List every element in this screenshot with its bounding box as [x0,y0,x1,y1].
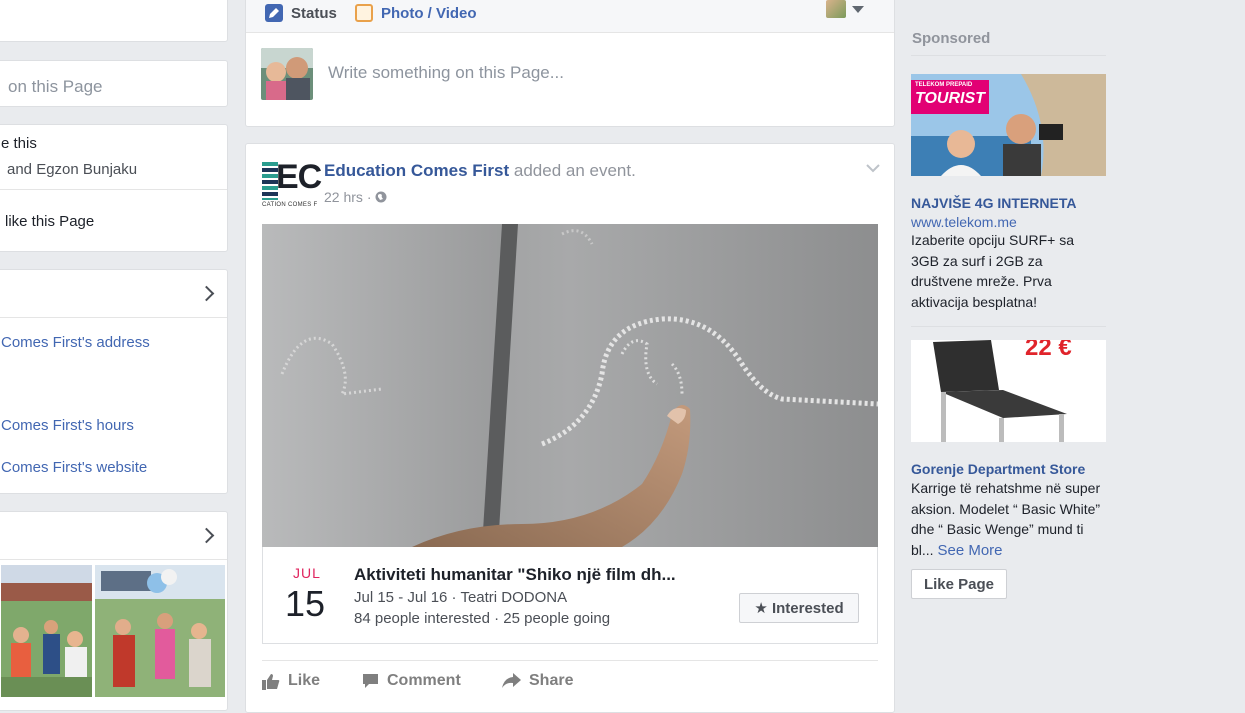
page-search-box[interactable]: on this Page [0,60,228,107]
ad2-price: 22 € [1025,340,1072,361]
logo-caption: CATION COMES F [262,202,318,208]
event-day: 15 [285,583,326,624]
about-address-link[interactable]: Comes First's address [1,334,150,351]
composer: Status Photo / Video Write something on … [245,0,895,127]
likes-line-2[interactable]: and Egzon Bunjaku [7,161,137,178]
photo-thumbnail[interactable] [1,565,92,697]
ad1-banner-line1: TELEKOM PREPAID [915,82,973,88]
photo-video-tab[interactable]: Photo / Video [355,0,477,26]
post-headline: Education Comes First added an event. [324,161,636,181]
likes-card: e this and Egzon Bunjaku like this Page [0,124,228,252]
ad2-chair [911,340,1106,442]
pencil-icon [265,4,283,22]
about-divider [0,317,227,318]
about-hours-link[interactable]: Comes First's hours [1,417,134,434]
event-stats: 84 people interested · 25 people going [354,610,611,627]
post-action-text: added an event. [513,161,636,180]
left-top-card [0,0,228,42]
ad1-body: Izaberite opciju SURF+ sa 3GB za surf i … [911,232,1075,311]
interested-button[interactable]: ★ Interested [739,593,859,623]
likes-line-3: like this Page [5,213,95,230]
about-website-link[interactable]: Comes First's website [1,459,147,476]
comment-icon [363,674,378,688]
user-avatar [261,48,313,100]
status-tab[interactable]: Status [265,0,337,26]
interested-button-label: ★ Interested [754,600,844,617]
share-icon [502,673,521,688]
photos-card [0,511,228,711]
share-action[interactable]: Share [502,672,573,690]
likes-divider [0,189,227,190]
ad-divider [911,326,1106,327]
photo-thumbnail[interactable] [95,565,225,697]
sponsored-divider [911,55,1106,56]
photo-icon [355,4,373,22]
share-action-label: Share [529,672,574,689]
status-tab-label: Status [291,4,337,22]
like-page-label: Like Page [923,575,995,593]
composer-tabs: Status Photo / Video [246,0,894,33]
event-title[interactable]: Aktiviteti humanitar "Shiko një film dh.… [354,565,676,585]
page-search-placeholder: on this Page [8,77,103,96]
composer-input[interactable]: Write something on this Page... [328,63,564,83]
logo-letters: EC [276,158,322,196]
post-timestamp[interactable]: 22 hrs [324,189,363,205]
ad2-body-block: Karrige të rehatshme në super aksion. Mo… [911,478,1109,562]
ad1-url[interactable]: www.telekom.me [911,214,1017,230]
event-dates-place: Jul 15 - Jul 16 · Teatri DODONA [354,589,568,606]
page-name-link[interactable]: Education Comes First [324,161,509,180]
post-as-selector[interactable] [826,0,866,20]
photos-divider [0,559,227,560]
ad1-title[interactable]: NAJVIŠE 4G INTERNETA [911,195,1076,211]
about-card: Comes First's address Comes First's hour… [0,269,228,494]
ad1-image[interactable]: TELEKOM PREPAID TOURIST [911,74,1106,176]
photo-video-tab-label: Photo / Video [381,4,477,22]
like-action-label: Like [288,672,321,689]
event-month: JUL [293,565,321,581]
like-page-button[interactable]: Like Page [911,569,1007,599]
event-post: EC CATION COMES F Education Comes First … [245,143,895,713]
like-action[interactable]: Like [262,672,320,690]
ad1-banner-line2: TOURIST [915,90,985,107]
post-options-chevron-icon[interactable] [866,164,880,173]
comment-action-label: Comment [387,672,461,689]
ad2-title[interactable]: Gorenje Department Store [911,461,1085,477]
event-cover-image[interactable] [262,224,878,547]
meta-dot: · [366,189,376,205]
post-meta: 22 hrs · [324,189,387,205]
likes-line-1: e this [1,135,37,152]
thumbs-up-icon [262,673,280,690]
ad2-image[interactable]: 22 € [911,340,1106,442]
event-details[interactable]: JUL 15 Aktiviteti humanitar "Shiko një f… [262,547,878,644]
sponsored-heading: Sponsored [912,30,991,47]
chevron-right-icon[interactable] [198,527,215,544]
see-more-link[interactable]: See More [937,542,1002,559]
post-as-avatar [826,0,846,18]
caret-down-icon [852,6,864,13]
page-logo[interactable]: EC CATION COMES F [262,158,322,210]
comment-action[interactable]: Comment [362,672,461,690]
globe-icon [375,191,387,203]
post-actions: Like Comment Share [262,660,878,701]
chevron-right-icon[interactable] [198,285,215,302]
